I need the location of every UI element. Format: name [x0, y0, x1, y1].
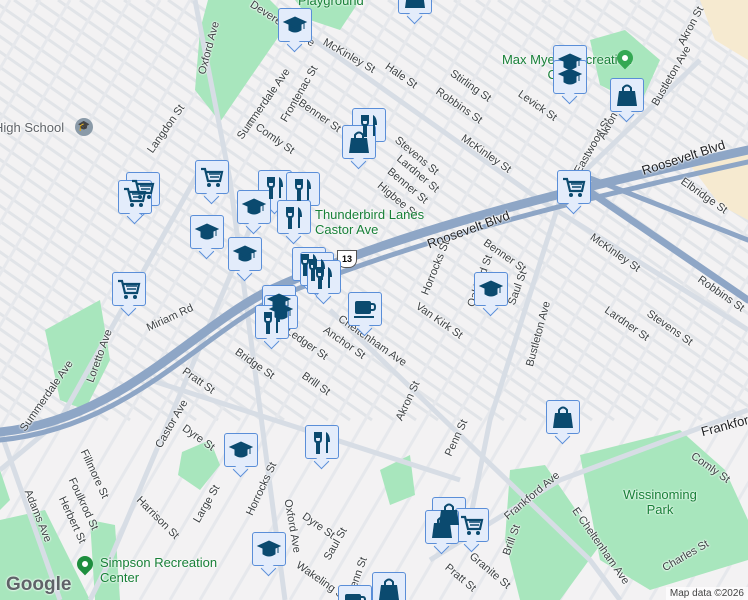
food-icon [314, 432, 330, 454]
marker-school[interactable] [190, 215, 224, 249]
marker-shopping-bag[interactable] [398, 0, 432, 14]
marker-food[interactable] [286, 172, 320, 206]
marker-coffee[interactable] [348, 292, 382, 326]
marker-shopping-bag[interactable] [425, 510, 459, 544]
park-left [0, 470, 10, 510]
shopping-bag-icon [379, 578, 399, 600]
school-icon [232, 245, 258, 262]
school-icon [228, 441, 254, 458]
school-icon [282, 16, 308, 33]
poi-playground-label[interactable]: Playground [298, 0, 364, 8]
cart-icon [118, 279, 141, 299]
coffee-icon [354, 301, 377, 318]
food-icon [295, 179, 311, 201]
marker-cart[interactable] [557, 170, 591, 204]
marker-shopping-bag[interactable] [342, 125, 376, 159]
marker-food[interactable] [307, 260, 341, 294]
marker-school[interactable] [278, 8, 312, 42]
marker-coffee[interactable] [338, 585, 372, 600]
shopping-bag-icon [405, 0, 425, 8]
food-icon [316, 267, 332, 289]
map-attribution[interactable]: Map data ©2026 [665, 587, 748, 600]
school-icon [478, 280, 504, 297]
cart-icon [201, 167, 224, 187]
school-icon [557, 68, 583, 85]
shopping-bag-icon [432, 516, 452, 538]
shopping-bag-icon [617, 84, 637, 106]
marker-cart[interactable] [118, 180, 152, 214]
marker-school[interactable] [224, 433, 258, 467]
marker-shopping-bag[interactable] [546, 400, 580, 434]
marker-shopping-bag[interactable] [372, 572, 406, 600]
food-icon [264, 312, 280, 334]
food-icon [286, 207, 302, 229]
school-icon [194, 223, 220, 240]
shopping-bag-icon [553, 406, 573, 428]
shopping-bag-icon [349, 131, 369, 153]
marker-cart[interactable] [195, 160, 229, 194]
park-dyre [178, 440, 220, 490]
cart-icon [563, 177, 586, 197]
poi-thunderbird-label[interactable]: Thunderbird Lanes Castor Ave [315, 207, 435, 237]
marker-school[interactable] [553, 60, 587, 94]
school-poi-icon[interactable]: 🎓 [75, 118, 93, 136]
marker-cart[interactable] [455, 508, 489, 542]
cart-icon [461, 515, 484, 535]
marker-school[interactable] [474, 272, 508, 306]
coffee-icon [345, 594, 367, 600]
poi-wissinoming-label[interactable]: Wissinoming Park [620, 487, 700, 517]
marker-food[interactable] [305, 425, 339, 459]
marker-shopping-bag[interactable] [610, 78, 644, 112]
poi-simpson-label[interactable]: Simpson Recreation Center [100, 555, 220, 585]
map-canvas[interactable]: Devereaux AveMcKinley StOxford AveSummer… [0, 0, 748, 600]
marker-school[interactable] [237, 190, 271, 224]
school-icon [256, 540, 282, 557]
school-icon [241, 198, 267, 215]
google-logo[interactable]: Google [6, 574, 71, 596]
cart-icon [124, 187, 147, 207]
marker-cart[interactable] [112, 272, 146, 306]
marker-food[interactable] [277, 200, 311, 234]
marker-food[interactable] [255, 305, 289, 339]
marker-school[interactable] [252, 532, 286, 566]
marker-school[interactable] [228, 237, 262, 271]
